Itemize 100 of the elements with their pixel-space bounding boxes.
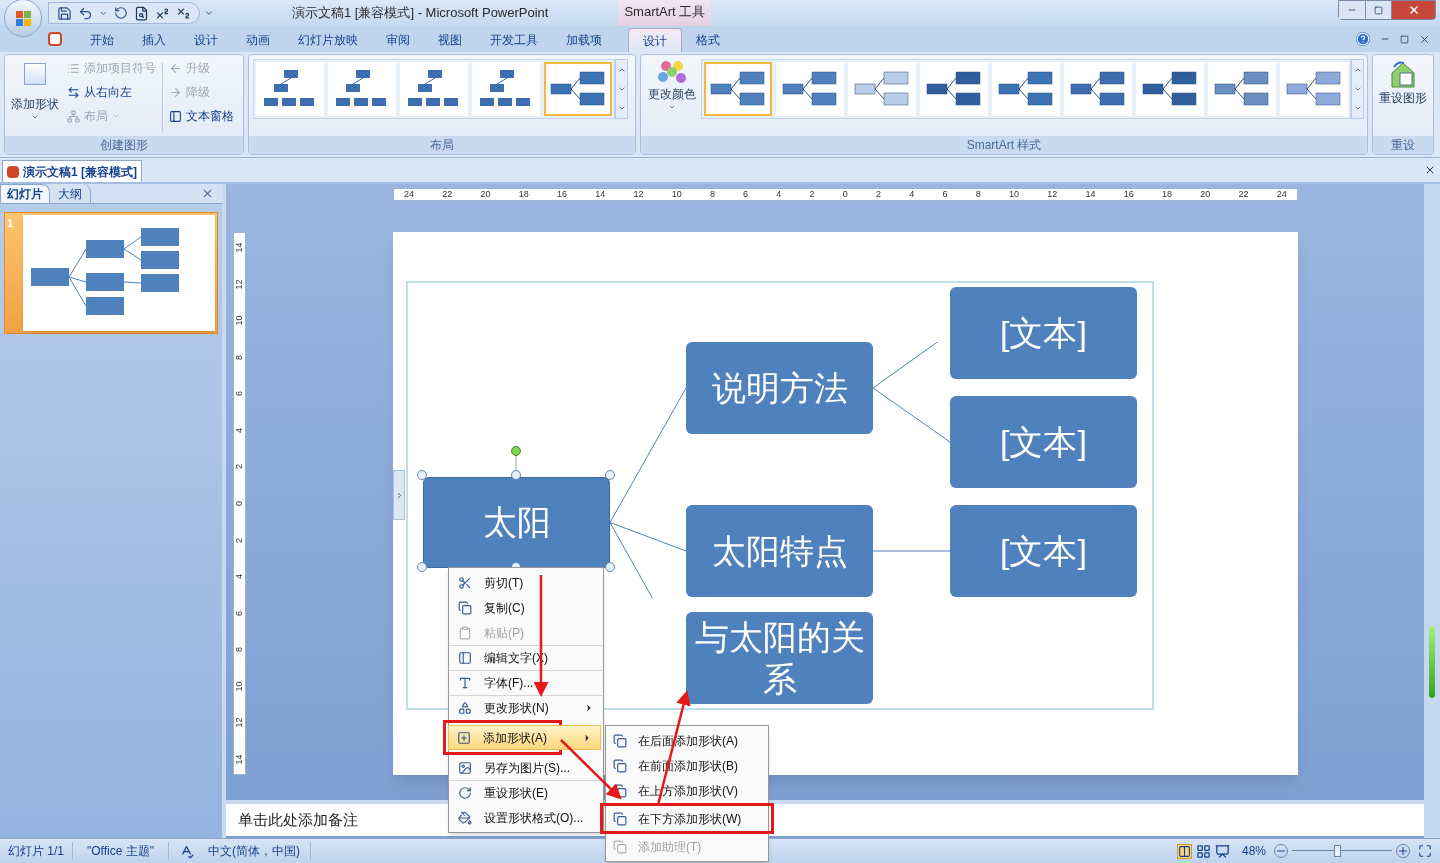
sorter-view-icon[interactable] [1195,843,1211,859]
menu-item[interactable]: 复制(C) [449,595,603,620]
ribbon-tab[interactable]: 幻灯片放映 [284,28,372,52]
ruler-number: 10 [235,681,244,692]
ruler-number: 12 [235,279,244,290]
menu-item[interactable]: 字体(F)... [449,670,603,695]
ribbon-tab[interactable]: 加载项 [552,28,616,52]
reset-graphic-button[interactable]: 重设图形 [1379,59,1427,136]
ruler-number: 18 [518,190,529,199]
add-shape-icon [24,63,46,85]
close-icon[interactable] [1424,164,1436,176]
menu-item[interactable]: 设置形状格式(O)... [449,805,603,830]
caret-icon [668,103,676,111]
close-icon[interactable] [1419,33,1430,45]
redo-icon[interactable] [114,6,128,20]
menu-item[interactable]: 在下方添加形状(W) [606,806,771,831]
print-preview-icon[interactable] [134,5,149,21]
ruler-number: 8 [975,190,981,199]
reset-graphic-icon [1388,59,1418,89]
undo-icon[interactable] [78,5,93,21]
add-shape-icon [613,839,627,854]
ruler-number: 6 [235,391,244,397]
diagram-node[interactable]: [文本] [950,396,1137,488]
zoom-slider[interactable] [1292,844,1392,858]
scroll-thumb[interactable] [1429,626,1435,698]
ruler-number: 16 [556,190,567,199]
fit-window-icon[interactable] [1418,844,1432,858]
ribbon-tab[interactable]: 设计 [628,28,682,52]
clipboard-icon [458,625,472,640]
selection-handles-drawing[interactable] [417,445,617,575]
ribbon-tab[interactable]: 格式 [682,28,734,52]
close-button[interactable] [1391,1,1435,19]
document-tab[interactable]: 演示文稿1 [兼容模式] [2,160,142,182]
layout-option[interactable] [544,62,612,116]
ruler-number: 4 [235,427,244,433]
ruler-number: 14 [235,242,244,253]
ribbon-tab[interactable]: 开发工具 [476,28,552,52]
customize-icon[interactable] [204,8,214,18]
superscript-icon[interactable] [155,5,170,21]
pane-tab[interactable]: 幻灯片 [0,184,50,203]
save-icon[interactable] [57,5,72,21]
ruler-number: 2 [235,464,244,470]
ribbon-tab[interactable]: 设计 [180,28,232,52]
ribbon-tab[interactable]: 视图 [424,28,476,52]
diagram-node[interactable]: 太阳特点 [686,505,873,597]
ribbon-tab[interactable]: 插入 [128,28,180,52]
spellcheck-icon[interactable] [179,843,194,859]
diagram-node[interactable]: 太阳 [423,477,610,568]
gallery-scrollbar[interactable] [615,59,628,119]
change-colors-button[interactable]: 更改颜色 [645,59,699,111]
style-option[interactable] [704,62,772,116]
zoom-in-icon[interactable] [1396,844,1410,858]
ribbon-tab[interactable]: 审阅 [372,28,424,52]
restore-icon[interactable] [1400,34,1409,44]
menu-item[interactable]: 重设形状(E) [449,780,603,805]
restore-button[interactable] [1365,1,1391,19]
vertical-scrollbar[interactable] [1424,184,1440,838]
hierarchy-icon [67,109,80,123]
letter-icon [458,675,472,690]
diagram-node[interactable]: [文本] [950,287,1137,379]
ribbon-tab[interactable]: 开始 [76,28,128,52]
scroll-down-icon [1353,85,1362,93]
pane-tab[interactable]: 大纲 [50,184,91,203]
text-pane-toggle[interactable] [393,470,405,520]
caret-icon [112,112,120,120]
subscript-icon[interactable] [176,5,191,21]
ruler-number: 4 [235,574,244,580]
restore-icon [1374,5,1383,15]
ruler-number: 14 [1085,190,1096,199]
ribbon-command[interactable]: 从右向左 [67,83,156,101]
ruler-number: 22 [442,190,453,199]
ribbon-tab[interactable]: 动画 [232,28,284,52]
ruler-number: 12 [633,190,644,199]
ruler-number: 6 [743,190,749,199]
group-title: 创建图形 [5,136,243,154]
menu-item[interactable]: 添加形状(A) [448,725,601,750]
diagram-node[interactable]: 与太阳的关系 [686,612,873,704]
menu-item[interactable]: 剪切(T) [449,570,603,595]
ruler-number: 4 [776,190,782,199]
group-title: SmartArt 样式 [641,136,1367,154]
ruler-number: 20 [1200,190,1211,199]
zoom-slider-thumb[interactable] [1334,845,1341,857]
normal-view-icon[interactable] [1176,843,1192,859]
slide-number: 1 [7,216,15,231]
ruler-number: 24 [1276,190,1287,199]
help-icon[interactable] [1356,32,1370,46]
diagram-node[interactable]: 说明方法 [686,342,873,434]
ruler-number: 0 [235,500,244,506]
diagram-node[interactable]: [文本] [950,505,1137,597]
gallery-scrollbar[interactable] [1351,59,1364,119]
menu-item[interactable]: 另存为图片(S)... [449,755,603,780]
submenu-arrow-icon [584,702,594,713]
ruler-number: 8 [235,354,244,360]
paint-icon [458,810,472,825]
add-shape-button[interactable]: 添加形状 [9,59,61,136]
slideshow-icon[interactable] [1214,843,1230,859]
app-icon[interactable] [48,32,62,46]
ribbon-command[interactable]: 文本窗格 [169,107,234,125]
ruler-number: 6 [235,610,244,616]
menu-item[interactable]: 更改形状(N) [449,695,603,720]
